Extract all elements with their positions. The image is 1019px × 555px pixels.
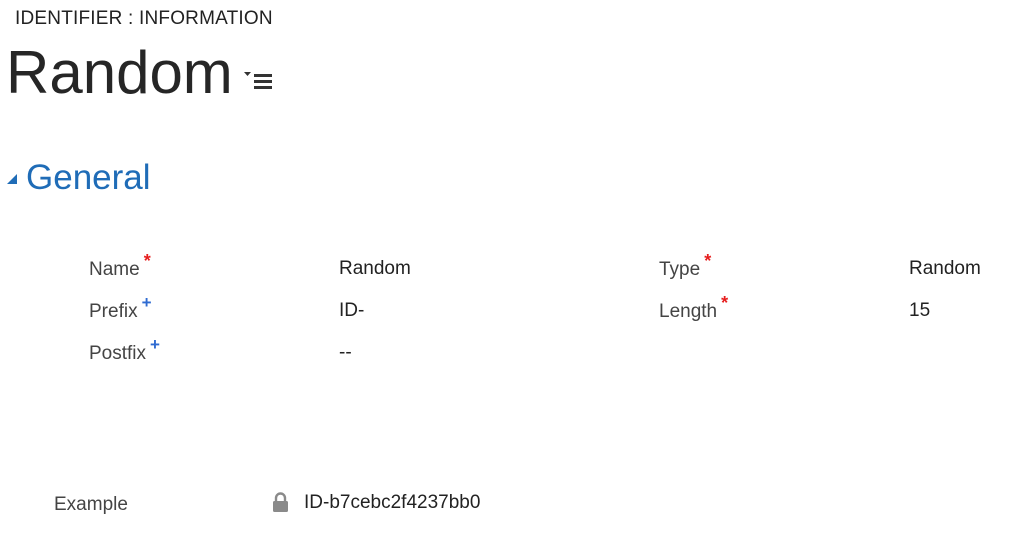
required-marker: * [704, 251, 712, 271]
record-title: Random [6, 39, 233, 106]
postfix-label: Postfix + [89, 335, 160, 365]
name-label-text: Name [89, 259, 140, 280]
postfix-label-text: Postfix [89, 343, 147, 364]
type-label: Type * [659, 251, 711, 281]
required-marker: * [143, 251, 151, 271]
lock-icon [272, 492, 289, 512]
prefix-value[interactable]: ID- [339, 300, 364, 322]
name-value[interactable]: Random [339, 258, 411, 280]
example-label: Example [54, 494, 128, 515]
type-value[interactable]: Random [909, 258, 981, 280]
entity-label: IDENTIFIER : INFORMATION [15, 8, 273, 29]
prefix-label-text: Prefix [89, 301, 138, 322]
name-label: Name * [89, 251, 151, 281]
form-page: IDENTIFIER : INFORMATION Random General … [0, 0, 1019, 555]
list-menu-icon[interactable] [244, 69, 274, 91]
required-marker: * [721, 293, 729, 313]
recommended-marker: + [150, 335, 160, 354]
length-label: Length * [659, 293, 728, 323]
recommended-marker: + [141, 293, 152, 312]
length-label-text: Length [659, 301, 718, 322]
example-value: ID-b7cebc2f4237bb0 [304, 492, 481, 513]
section-title-general: General [26, 158, 151, 197]
postfix-value[interactable]: -- [339, 342, 352, 364]
length-value[interactable]: 15 [909, 300, 930, 322]
type-label-text: Type [659, 259, 701, 280]
collapse-triangle-icon[interactable] [6, 172, 18, 184]
prefix-label: Prefix + [89, 293, 152, 323]
